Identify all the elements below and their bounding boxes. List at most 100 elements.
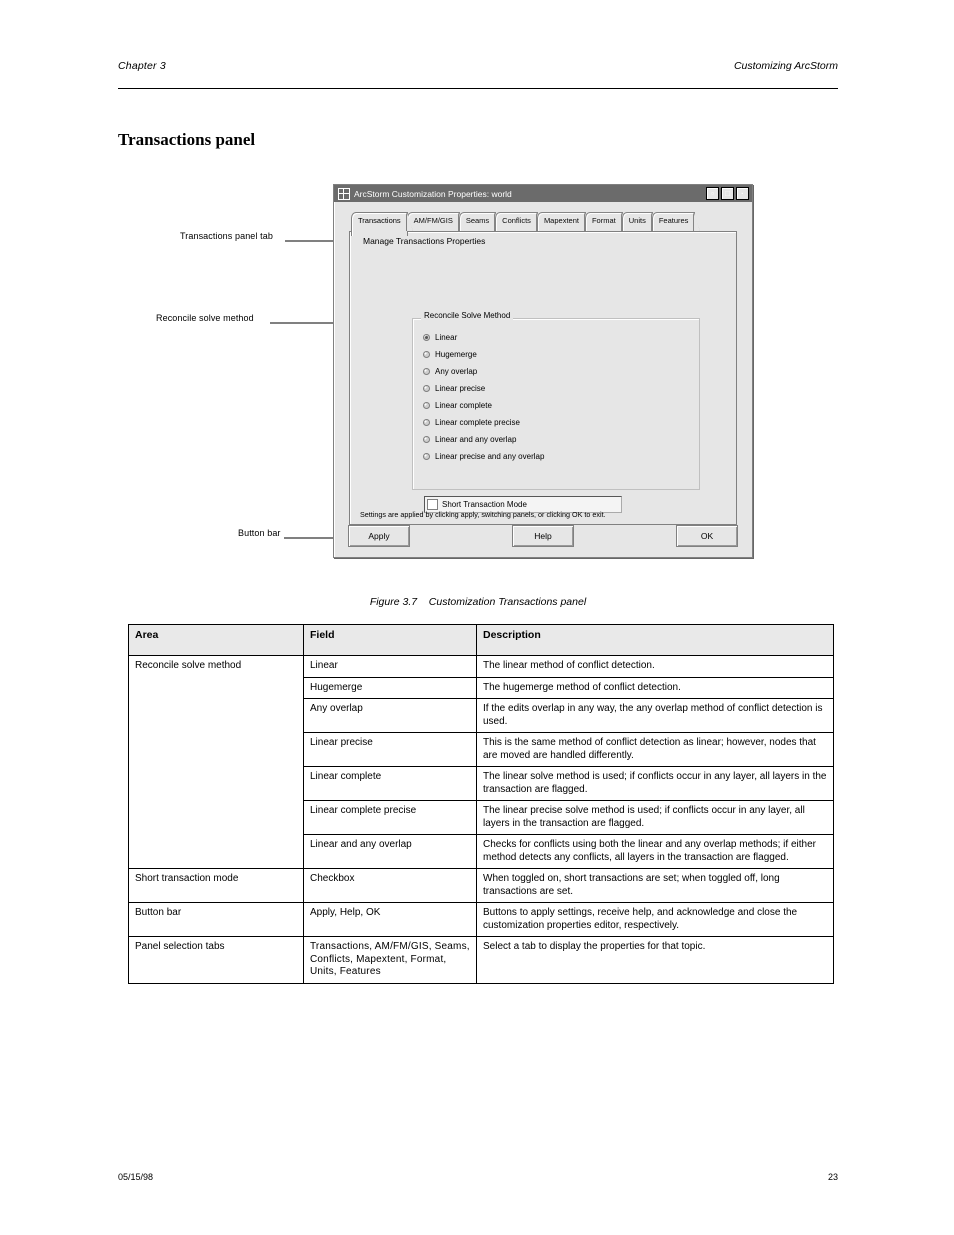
- tab-label: Conflicts: [502, 216, 531, 225]
- titlebar: ArcStorm Customization Properties: world…: [334, 185, 752, 202]
- close-button[interactable]: ·: [736, 187, 749, 200]
- help-button[interactable]: Help: [512, 525, 574, 547]
- radio-linear-precise-and-any-overlap[interactable]: Linear precise and any overlap: [423, 448, 699, 465]
- header-right: Customizing ArcStorm: [734, 60, 838, 72]
- maximize-button[interactable]: □: [721, 187, 734, 200]
- window-body: Transactions AM/FM/GIS Seams Conflicts M…: [334, 202, 752, 557]
- button-label: Apply: [368, 531, 389, 541]
- callout-tab-label: Transactions panel tab: [180, 231, 273, 241]
- callout-button-bar: Button bar: [238, 528, 281, 538]
- button-label: Help: [534, 531, 551, 541]
- cell-area: Button bar: [129, 903, 304, 937]
- radio-dot-icon: [423, 402, 430, 409]
- tab-label: AM/FM/GIS: [414, 216, 453, 225]
- transactions-panel: Manage Transactions Properties Reconcile…: [349, 231, 737, 525]
- radio-linear[interactable]: Linear: [423, 329, 699, 346]
- window-icon: [338, 188, 350, 200]
- radio-dot-icon: [423, 334, 430, 341]
- button-bar: Apply Help OK: [348, 525, 738, 547]
- figure-text: [420, 596, 426, 608]
- radio-linear-complete[interactable]: Linear complete: [423, 397, 699, 414]
- radio-label: Linear complete precise: [435, 418, 520, 427]
- cell-desc: Buttons to apply settings, receive help,…: [477, 903, 834, 937]
- callout-solve-method: Reconcile solve method: [156, 313, 254, 323]
- radio-list: Linear Hugemerge Any overlap Linear prec…: [423, 329, 699, 465]
- tab-label: Seams: [466, 216, 489, 225]
- radio-label: Linear precise: [435, 384, 485, 393]
- [interactable]: OK: [676, 525, 738, 547]
- cell-field: Transactions, AM/FM/GIS, Seams, Conflict…: [304, 937, 477, 984]
- group-legend: Reconcile Solve Method: [421, 311, 513, 320]
- cell-desc: If the edits overlap in any way, the any…: [477, 699, 834, 733]
- cell-desc: Select a tab to display the properties f…: [477, 937, 834, 984]
- minimize-button[interactable]: ▫: [706, 187, 719, 200]
- cell-area: Short transaction mode: [129, 869, 304, 903]
- tab-label: Features: [659, 216, 689, 225]
- cell-desc: The hugemerge method of conflict detecti…: [477, 677, 834, 699]
- cell-field: Apply, Help, OK: [304, 903, 477, 937]
- properties-window: ArcStorm Customization Properties: world…: [333, 184, 753, 558]
- cell-field: Linear complete precise: [304, 801, 477, 835]
- radio-label: Linear complete: [435, 401, 492, 410]
- cell-field: Linear: [304, 656, 477, 678]
- table-header-row: Area Field Description: [129, 625, 834, 656]
- tab-label: Transactions: [358, 216, 401, 225]
- minimize-icon: ▫: [711, 190, 714, 198]
- cell-field: Linear complete: [304, 767, 477, 801]
- cell-desc: The linear solve method is used; if conf…: [477, 767, 834, 801]
- radio-dot-icon: [423, 419, 430, 426]
- radio-hugemerge[interactable]: Hugemerge: [423, 346, 699, 363]
- checkbox-label: Short Transaction Mode: [442, 500, 527, 509]
- footer-page: 23: [828, 1172, 838, 1182]
- radio-linear-precise[interactable]: Linear precise: [423, 380, 699, 397]
- radio-linear-and-any-overlap[interactable]: Linear and any overlap: [423, 431, 699, 448]
- section-heading: Transactions panel: [118, 130, 255, 150]
- apply-button[interactable]: Apply: [348, 525, 410, 547]
- table-row: Reconcile solve method Linear The linear…: [129, 656, 834, 678]
- radio-dot-icon: [423, 385, 430, 392]
- radio-label: Hugemerge: [435, 350, 477, 359]
- table-row: Button bar Apply, Help, OK Buttons to ap…: [129, 903, 834, 937]
- radio-label: Any overlap: [435, 367, 477, 376]
- cell-area: Reconcile solve method: [129, 656, 304, 869]
- tab-row: Transactions AM/FM/GIS Seams Conflicts M…: [349, 212, 737, 232]
- close-icon: ·: [741, 190, 744, 198]
- radio-dot-icon: [423, 351, 430, 358]
- cell-desc: Checks for conflicts using both the line…: [477, 835, 834, 869]
- radio-dot-icon: [423, 368, 430, 375]
- figure-number: Figure 3.7: [370, 596, 417, 608]
- cell-desc: The linear method of conflict detection.: [477, 656, 834, 678]
- cell-desc: When toggled on, short transactions are …: [477, 869, 834, 903]
- tab-label: Units: [629, 216, 646, 225]
- parameters-table: Area Field Description Reconcile solve m…: [128, 624, 834, 984]
- header-area: Area: [129, 625, 304, 656]
- cell-desc: The linear precise solve method is used;…: [477, 801, 834, 835]
- tab-label: Format: [592, 216, 616, 225]
- tab-transactions[interactable]: Transactions: [351, 212, 408, 236]
- radio-any-overlap[interactable]: Any overlap: [423, 363, 699, 380]
- panel-title: Manage Transactions Properties: [363, 236, 485, 246]
- figure-caption-text: Customization Transactions panel: [429, 596, 586, 608]
- radio-label: Linear precise and any overlap: [435, 452, 544, 461]
- header-desc: Description: [477, 625, 834, 656]
- button-label: OK: [701, 531, 713, 541]
- cell-field: Hugemerge: [304, 677, 477, 699]
- radio-label: Linear and any overlap: [435, 435, 516, 444]
- table-row: Short transaction mode Checkbox When tog…: [129, 869, 834, 903]
- window-controls: ▫ □ ·: [706, 187, 749, 200]
- page: Chapter 3 Customizing ArcStorm Transacti…: [0, 0, 954, 1235]
- cell-field: Any overlap: [304, 699, 477, 733]
- maximize-icon: □: [725, 190, 730, 198]
- cell-field: Linear and any overlap: [304, 835, 477, 869]
- checkbox-icon: [427, 499, 438, 510]
- cell-field: Linear precise: [304, 733, 477, 767]
- radio-dot-icon: [423, 453, 430, 460]
- table-row: Panel selection tabs Transactions, AM/FM…: [129, 937, 834, 984]
- radio-linear-complete-precise[interactable]: Linear complete precise: [423, 414, 699, 431]
- header-left: Chapter 3: [118, 60, 166, 72]
- cell-area: Panel selection tabs: [129, 937, 304, 984]
- radio-label: Linear: [435, 333, 457, 342]
- window-title: ArcStorm Customization Properties: world: [354, 189, 512, 199]
- header-rule: [118, 88, 838, 89]
- cell-desc: This is the same method of conflict dete…: [477, 733, 834, 767]
